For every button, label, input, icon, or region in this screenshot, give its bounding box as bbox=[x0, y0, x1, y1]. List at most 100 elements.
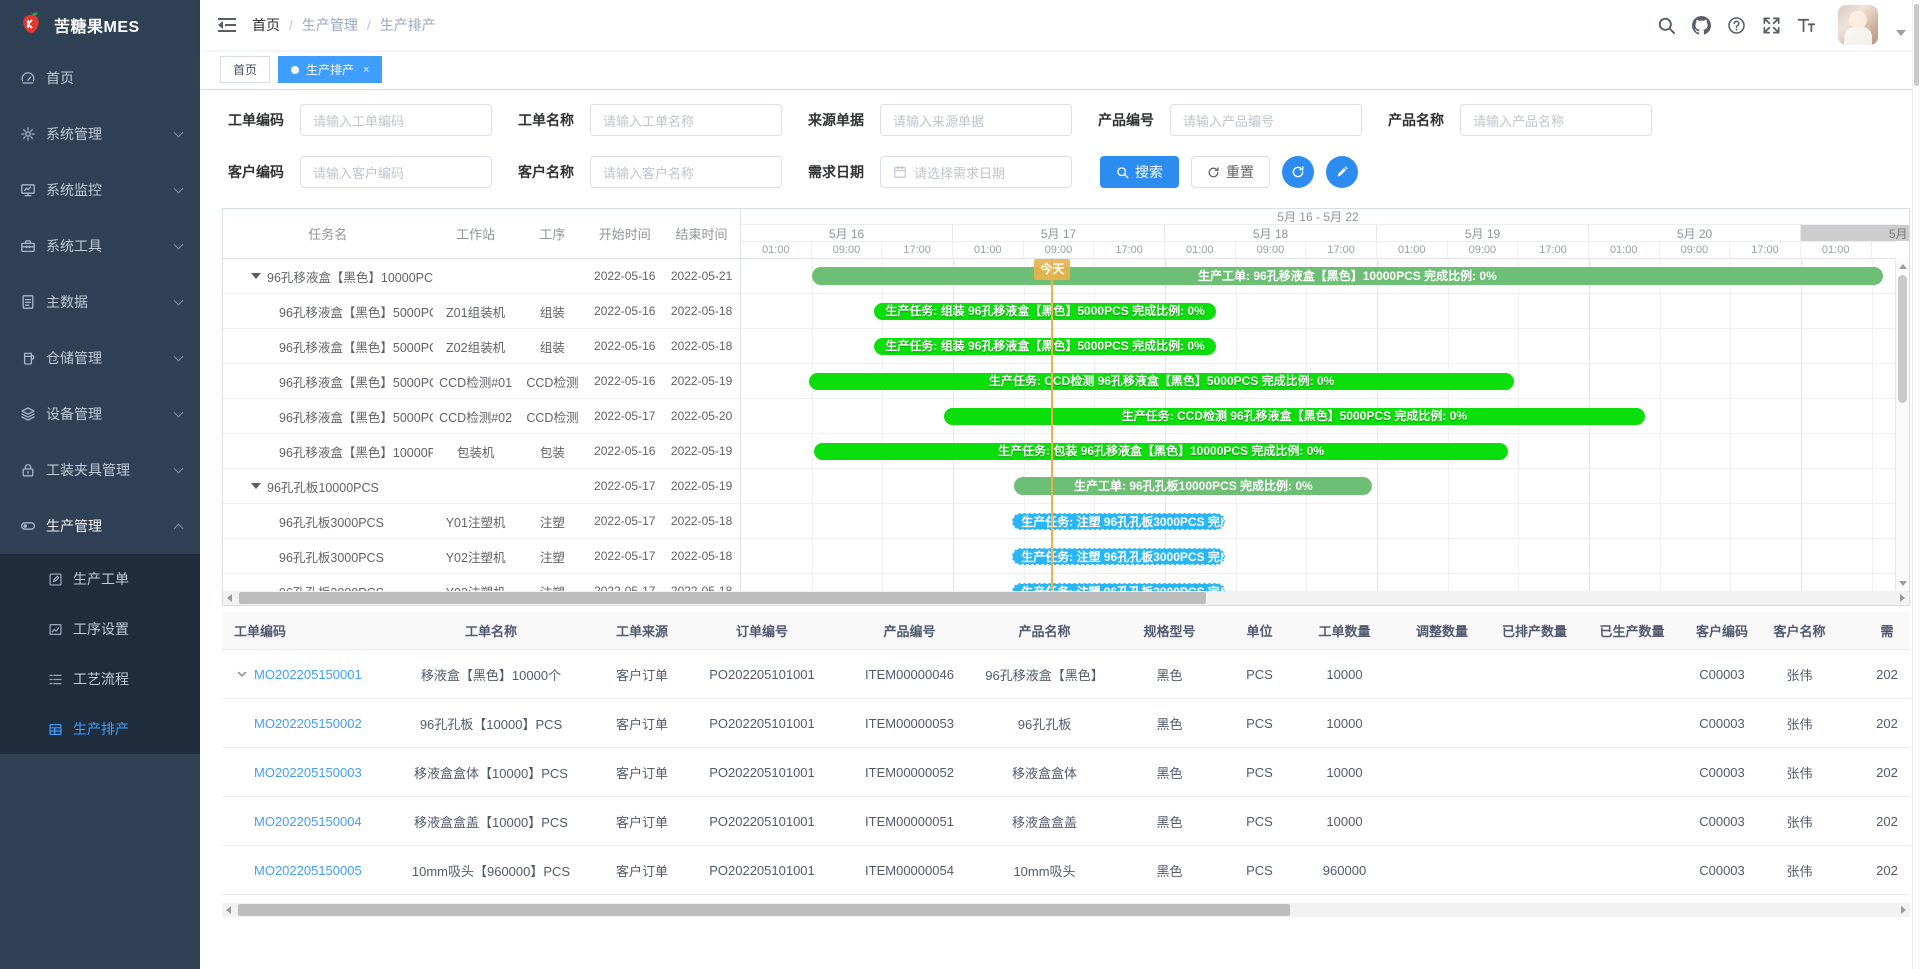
gantt-task-row[interactable]: 96孔移液盒【黑色】10000PCS包装机包装2022-05-162022-05… bbox=[223, 434, 740, 469]
collapse-triangle-icon[interactable] bbox=[251, 273, 261, 279]
table-row[interactable]: MO202205150004移液盒盒盖【10000】PCS客户订单PO20220… bbox=[222, 797, 1910, 846]
gantt-bar[interactable]: 生产任务: 组装 96孔移液盒【黑色】5000PCS 完成比例: 0% bbox=[874, 303, 1217, 320]
work-order-link[interactable]: MO202205150004 bbox=[254, 814, 362, 829]
submenu-item-工艺流程[interactable]: 工艺流程 bbox=[0, 654, 200, 704]
tab-首页[interactable]: 首页 bbox=[220, 56, 270, 83]
question-icon[interactable] bbox=[1727, 16, 1746, 35]
gantt-task-row[interactable]: 96孔移液盒【黑色】5000PCSCCD检测#01CCD检测2022-05-16… bbox=[223, 364, 740, 399]
table-row[interactable]: MO20220515000510mm吸头【960000】PCS客户订单PO202… bbox=[222, 846, 1910, 895]
sidebar-toggle-icon[interactable] bbox=[218, 18, 236, 32]
sidebar-item-生产管理[interactable]: 生产管理 bbox=[0, 498, 200, 554]
sidebar-item-系统监控[interactable]: 系统监控 bbox=[0, 162, 200, 218]
gantt-day-5月 21: 5月 21 bbox=[1801, 225, 1909, 241]
gantt-bar[interactable]: 生产任务: CCD检测 96孔移液盒【黑色】5000PCS 完成比例: 0% bbox=[809, 373, 1514, 390]
scroll-right-icon[interactable] bbox=[1901, 906, 1906, 914]
sidebar-item-首页[interactable]: 首页 bbox=[0, 50, 200, 106]
work-order-link[interactable]: MO202205150003 bbox=[254, 765, 362, 780]
tab-close-icon[interactable]: × bbox=[363, 64, 369, 76]
gantt-task-process: CCD检测 bbox=[518, 372, 586, 391]
page-scrollbar[interactable] bbox=[1912, 0, 1920, 969]
tab-生产排产[interactable]: 生产排产× bbox=[278, 56, 382, 83]
table-cell-unit: PCS bbox=[1227, 716, 1292, 731]
breadcrumb-item[interactable]: 生产排产 bbox=[380, 15, 436, 35]
text-input[interactable]: 请输入产品名称 bbox=[1460, 104, 1652, 136]
row-expand-icon[interactable] bbox=[236, 668, 248, 680]
gantt-task-row[interactable]: 96孔孔板10000PCS2022-05-172022-05-19 bbox=[223, 469, 740, 504]
table-cell-name: 移液盒【黑色】10000个 bbox=[380, 665, 602, 684]
scroll-down-icon[interactable] bbox=[1899, 581, 1907, 586]
main-area: 首页/生产管理/生产排产 首页生产排产× 工单编码请输入工单编码工单名称请输入工… bbox=[200, 0, 1920, 969]
gantt-bar[interactable]: 生产任务: CCD检测 96孔移液盒【黑色】5000PCS 完成比例: 0% bbox=[944, 408, 1644, 425]
gantt-task-row[interactable]: 96孔孔板3000PCSY03注塑机注塑2022-05-172022-05-18 bbox=[223, 574, 740, 591]
gantt-bar[interactable]: 生产任务: 组装 96孔移液盒【黑色】5000PCS 完成比例: 0% bbox=[874, 338, 1217, 355]
gantt-task-station: Y03注塑机 bbox=[433, 582, 519, 592]
gantt-vertical-scrollbar[interactable] bbox=[1895, 259, 1909, 591]
gantt-task-row[interactable]: 96孔移液盒【黑色】5000PCSZ01组装机组装2022-05-162022-… bbox=[223, 294, 740, 329]
gantt-task-name: 96孔移液盒【黑色】5000PCS bbox=[223, 372, 433, 391]
breadcrumb-item[interactable]: 生产管理 bbox=[302, 15, 358, 35]
scroll-up-icon[interactable] bbox=[1899, 264, 1907, 269]
gantt-bar[interactable]: 生产工单: 96孔孔板10000PCS 完成比例: 0% bbox=[1014, 477, 1372, 495]
work-order-link[interactable]: MO202205150002 bbox=[254, 716, 362, 731]
scroll-right-icon[interactable] bbox=[1900, 594, 1905, 602]
table-row[interactable]: MO20220515000296孔孔板【10000】PCS客户订单PO20220… bbox=[222, 699, 1910, 748]
breadcrumb-item[interactable]: 首页 bbox=[252, 15, 280, 35]
table-horizontal-scrollbar[interactable] bbox=[222, 903, 1910, 917]
gantt-task-row[interactable]: 96孔移液盒【黑色】10000PCS2022-05-162022-05-21 bbox=[223, 259, 740, 294]
gantt-bar[interactable]: 生产任务: 注塑 96孔孔板3000PCS 完成比例: 0% bbox=[1012, 513, 1224, 530]
github-icon[interactable] bbox=[1692, 16, 1711, 35]
text-input[interactable]: 请输入工单编码 bbox=[300, 104, 492, 136]
submenu-item-生产工单[interactable]: 生产工单 bbox=[0, 554, 200, 604]
gantt-task-row[interactable]: 96孔孔板3000PCSY02注塑机注塑2022-05-172022-05-18 bbox=[223, 539, 740, 574]
table-row[interactable]: MO202205150003移液盒盒体【10000】PCS客户订单PO20220… bbox=[222, 748, 1910, 797]
text-input[interactable]: 请输入来源单据 bbox=[880, 104, 1072, 136]
reset-button[interactable]: 重置 bbox=[1191, 156, 1270, 188]
sidebar-item-工装夹具管理[interactable]: 工装夹具管理 bbox=[0, 442, 200, 498]
monitor-icon bbox=[20, 182, 36, 198]
logo[interactable]: 苦糖果MES bbox=[0, 0, 200, 50]
grid-line-day bbox=[1589, 259, 1590, 591]
table-row[interactable]: MO202205150001移液盒【黑色】10000个客户订单PO2022051… bbox=[222, 650, 1910, 699]
sidebar-menu: 首页系统管理系统监控系统工具主数据仓储管理设备管理工装夹具管理生产管理生产工单工… bbox=[0, 50, 200, 754]
scroll-left-icon[interactable] bbox=[226, 906, 231, 914]
text-input[interactable]: 请输入工单名称 bbox=[590, 104, 782, 136]
gantt-task-row[interactable]: 96孔移液盒【黑色】5000PCSCCD检测#02CCD检测2022-05-17… bbox=[223, 399, 740, 434]
table-hscroll-thumb[interactable] bbox=[238, 904, 1290, 916]
sidebar-item-系统管理[interactable]: 系统管理 bbox=[0, 106, 200, 162]
gantt-bar[interactable]: 生产任务: 包装 96孔移液盒【黑色】10000PCS 完成比例: 0% bbox=[814, 443, 1509, 460]
refresh-round-button[interactable] bbox=[1282, 156, 1314, 188]
gantt-bar[interactable]: 生产工单: 96孔移液盒【黑色】10000PCS 完成比例: 0% bbox=[812, 267, 1883, 285]
date-input[interactable]: 请选择需求日期 bbox=[880, 156, 1072, 188]
page-scrollbar-thumb[interactable] bbox=[1914, 4, 1919, 86]
gantt-task-row[interactable]: 96孔移液盒【黑色】5000PCSZ02组装机组装2022-05-162022-… bbox=[223, 329, 740, 364]
sidebar-item-主数据[interactable]: 主数据 bbox=[0, 274, 200, 330]
font-size-icon[interactable] bbox=[1797, 16, 1816, 35]
work-order-link[interactable]: MO202205150005 bbox=[254, 863, 362, 878]
fullscreen-icon[interactable] bbox=[1762, 16, 1781, 35]
avatar[interactable] bbox=[1838, 5, 1878, 45]
warehouse-icon bbox=[20, 350, 36, 366]
gantt-vscroll-thumb[interactable] bbox=[1898, 275, 1907, 403]
search-icon[interactable] bbox=[1657, 16, 1676, 35]
sidebar-item-设备管理[interactable]: 设备管理 bbox=[0, 386, 200, 442]
avatar-caret-icon[interactable] bbox=[1896, 30, 1906, 36]
submenu-item-工序设置[interactable]: 工序设置 bbox=[0, 604, 200, 654]
breadcrumb: 首页/生产管理/生产排产 bbox=[252, 15, 436, 35]
collapse-triangle-icon[interactable] bbox=[251, 483, 261, 489]
gantt-bar[interactable]: 生产任务: 注塑 96孔孔板3000PCS 完成比例: 0% bbox=[1012, 548, 1224, 565]
gantt-horizontal-scrollbar[interactable] bbox=[223, 591, 1909, 605]
gantt-hscroll-thumb[interactable] bbox=[239, 592, 1206, 604]
sidebar-item-系统工具[interactable]: 系统工具 bbox=[0, 218, 200, 274]
gantt-task-process: 组装 bbox=[518, 337, 586, 356]
text-input[interactable]: 请输入客户名称 bbox=[590, 156, 782, 188]
gantt-bar[interactable]: 生产任务: 注塑 96孔孔板3000PCS 完成比例: 0% bbox=[1012, 583, 1224, 591]
sidebar-item-仓储管理[interactable]: 仓储管理 bbox=[0, 330, 200, 386]
text-input[interactable]: 请输入客户编码 bbox=[300, 156, 492, 188]
submenu-item-生产排产[interactable]: 生产排产 bbox=[0, 704, 200, 754]
search-button[interactable]: 搜索 bbox=[1100, 156, 1179, 188]
text-input[interactable]: 请输入产品编号 bbox=[1170, 104, 1362, 136]
gantt-task-row[interactable]: 96孔孔板3000PCSY01注塑机注塑2022-05-172022-05-18 bbox=[223, 504, 740, 539]
edit-round-button[interactable] bbox=[1326, 156, 1358, 188]
scroll-left-icon[interactable] bbox=[227, 594, 232, 602]
work-order-link[interactable]: MO202205150001 bbox=[254, 667, 362, 682]
